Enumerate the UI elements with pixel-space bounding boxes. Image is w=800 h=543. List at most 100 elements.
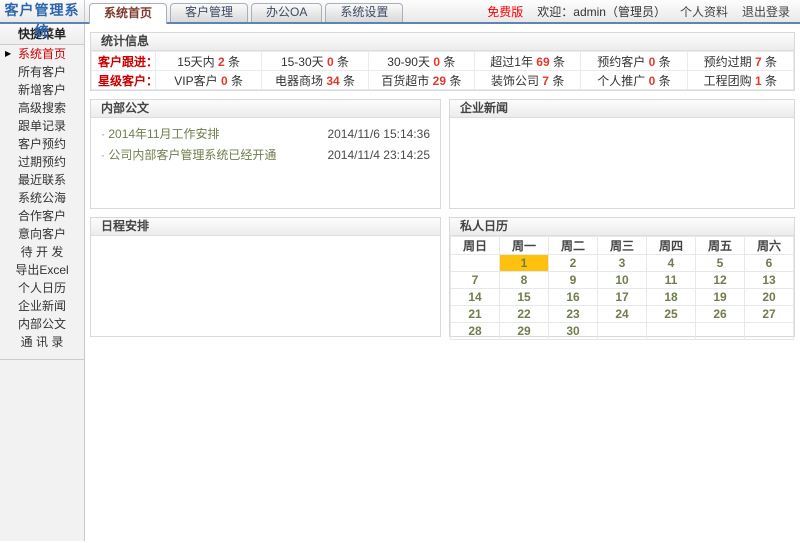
calendar-day-29[interactable]: 29 <box>500 323 549 340</box>
documents-list: 2014年11月工作安排2014/11/6 15:14:36公司内部客户管理系统… <box>91 118 440 166</box>
stat-value: 69 <box>536 55 549 69</box>
calendar-day-21[interactable]: 21 <box>451 306 500 323</box>
stat-cell-0-5[interactable]: 预约过期 7 条 <box>687 52 793 71</box>
document-date: 2014/11/4 23:14:25 <box>327 145 430 166</box>
sidebar-item-10[interactable]: 意向客户 <box>0 225 84 243</box>
calendar-weekday-5: 周五 <box>696 237 745 255</box>
stat-cell-0-2[interactable]: 30-90天 0 条 <box>368 52 474 71</box>
calendar-day-17[interactable]: 17 <box>598 289 647 306</box>
calendar-day-19[interactable]: 19 <box>696 289 745 306</box>
stat-value: 0 <box>327 55 334 69</box>
stat-row-1: 星级客户：VIP客户 0 条电器商场 34 条百货超市 29 条装饰公司 7 条… <box>92 71 794 90</box>
stat-cell-1-3[interactable]: 装饰公司 7 条 <box>474 71 580 90</box>
calendar-empty-cell <box>745 323 794 340</box>
sidebar-item-label: 合作客户 <box>18 209 66 223</box>
stat-name: 电器商场 <box>275 74 326 88</box>
stat-cell-0-3[interactable]: 超过1年 69 条 <box>474 52 580 71</box>
stat-name: 百货超市 <box>381 74 432 88</box>
calendar-day-28[interactable]: 28 <box>451 323 500 340</box>
sidebar-item-12[interactable]: 导出Excel <box>0 261 84 279</box>
schedule-panel: 日程安排 <box>90 217 441 337</box>
sidebar-item-7[interactable]: 最近联系 <box>0 171 84 189</box>
stats-panel-title: 统计信息 <box>91 33 794 51</box>
content-frame: 快捷菜单 ▶系统首页所有客户新增客户高级搜索跟单记录客户预约过期预约最近联系系统… <box>0 24 800 541</box>
calendar-day-4[interactable]: 4 <box>647 255 696 272</box>
calendar-day-1[interactable]: 1 <box>500 255 549 272</box>
calendar-day-18[interactable]: 18 <box>647 289 696 306</box>
calendar-day-27[interactable]: 27 <box>745 306 794 323</box>
documents-panel: 内部公文 2014年11月工作安排2014/11/6 15:14:36公司内部客… <box>90 99 441 209</box>
document-link[interactable]: 公司内部客户管理系统已经开通 <box>101 145 276 166</box>
calendar-day-9[interactable]: 9 <box>549 272 598 289</box>
calendar-day-6[interactable]: 6 <box>745 255 794 272</box>
sidebar-item-14[interactable]: 企业新闻 <box>0 297 84 315</box>
calendar-day-23[interactable]: 23 <box>549 306 598 323</box>
tab-0[interactable]: 系统首页 <box>89 3 167 24</box>
sidebar-item-15[interactable]: 内部公文 <box>0 315 84 333</box>
document-link[interactable]: 2014年11月工作安排 <box>101 124 220 145</box>
stat-cell-1-0[interactable]: VIP客户 0 条 <box>156 71 262 90</box>
sidebar-item-label: 系统公海 <box>18 191 66 205</box>
calendar-day-3[interactable]: 3 <box>598 255 647 272</box>
calendar-day-30[interactable]: 30 <box>549 323 598 340</box>
calendar-day-20[interactable]: 20 <box>745 289 794 306</box>
logout-link[interactable]: 退出登录 <box>742 3 790 20</box>
tab-1[interactable]: 客户管理 <box>170 3 248 22</box>
calendar-empty-cell <box>598 323 647 340</box>
calendar-day-12[interactable]: 12 <box>696 272 745 289</box>
calendar-empty-cell <box>647 323 696 340</box>
calendar-day-16[interactable]: 16 <box>549 289 598 306</box>
calendar-day-14[interactable]: 14 <box>451 289 500 306</box>
calendar-day-24[interactable]: 24 <box>598 306 647 323</box>
calendar-day-5[interactable]: 5 <box>696 255 745 272</box>
sidebar-menu: ▶系统首页所有客户新增客户高级搜索跟单记录客户预约过期预约最近联系系统公海合作客… <box>0 45 84 351</box>
sidebar-item-4[interactable]: 跟单记录 <box>0 117 84 135</box>
stat-cell-1-2[interactable]: 百货超市 29 条 <box>368 71 474 90</box>
stat-unit: 条 <box>440 55 455 69</box>
calendar-day-11[interactable]: 11 <box>647 272 696 289</box>
sidebar-item-13[interactable]: 个人日历 <box>0 279 84 297</box>
calendar-day-26[interactable]: 26 <box>696 306 745 323</box>
stat-cell-0-4[interactable]: 预约客户 0 条 <box>581 52 687 71</box>
stat-row-0: 客户跟进：15天内 2 条15-30天 0 条30-90天 0 条超过1年 69… <box>92 52 794 71</box>
sidebar-item-5[interactable]: 客户预约 <box>0 135 84 153</box>
panel-row-bottom: 日程安排 私人日历 周日周一周二周三周四周五周六1234567891011121… <box>90 217 795 345</box>
sidebar-item-label: 所有客户 <box>18 65 66 79</box>
stat-value: 29 <box>433 74 446 88</box>
sidebar-item-1[interactable]: 所有客户 <box>0 63 84 81</box>
tab-2[interactable]: 办公OA <box>251 3 322 22</box>
stat-row-label: 星级客户： <box>92 71 156 90</box>
stat-name: 15-30天 <box>281 55 327 69</box>
calendar-day-15[interactable]: 15 <box>500 289 549 306</box>
calendar-day-22[interactable]: 22 <box>500 306 549 323</box>
stat-cell-0-0[interactable]: 15天内 2 条 <box>156 52 262 71</box>
stat-cell-0-1[interactable]: 15-30天 0 条 <box>262 52 368 71</box>
calendar-day-2[interactable]: 2 <box>549 255 598 272</box>
calendar-day-7[interactable]: 7 <box>451 272 500 289</box>
sidebar-item-16[interactable]: 通 讯 录 <box>0 333 84 351</box>
calendar-day-8[interactable]: 8 <box>500 272 549 289</box>
stat-cell-1-1[interactable]: 电器商场 34 条 <box>262 71 368 90</box>
sidebar-item-8[interactable]: 系统公海 <box>0 189 84 207</box>
news-panel: 企业新闻 <box>449 99 795 209</box>
sidebar-item-11[interactable]: 待 开 发 <box>0 243 84 261</box>
stat-cell-1-4[interactable]: 个人推广 0 条 <box>581 71 687 90</box>
stat-unit: 条 <box>550 55 565 69</box>
profile-link[interactable]: 个人资料 <box>680 3 728 20</box>
tab-3[interactable]: 系统设置 <box>325 3 403 22</box>
sidebar-item-0[interactable]: ▶系统首页 <box>0 45 84 63</box>
calendar-week-1: 78910111213 <box>451 272 794 289</box>
sidebar-item-9[interactable]: 合作客户 <box>0 207 84 225</box>
stat-cell-1-5[interactable]: 工程团购 1 条 <box>687 71 793 90</box>
calendar-table: 周日周一周二周三周四周五周六12345678910111213141516171… <box>450 236 794 340</box>
calendar-day-10[interactable]: 10 <box>598 272 647 289</box>
sidebar-item-label: 通 讯 录 <box>21 335 64 349</box>
sidebar-item-6[interactable]: 过期预约 <box>0 153 84 171</box>
calendar-weekday-2: 周二 <box>549 237 598 255</box>
calendar-day-25[interactable]: 25 <box>647 306 696 323</box>
sidebar-item-label: 高级搜索 <box>18 101 66 115</box>
calendar-day-13[interactable]: 13 <box>745 272 794 289</box>
sidebar-item-3[interactable]: 高级搜索 <box>0 99 84 117</box>
sidebar-item-label: 企业新闻 <box>18 299 66 313</box>
sidebar-item-2[interactable]: 新增客户 <box>0 81 84 99</box>
